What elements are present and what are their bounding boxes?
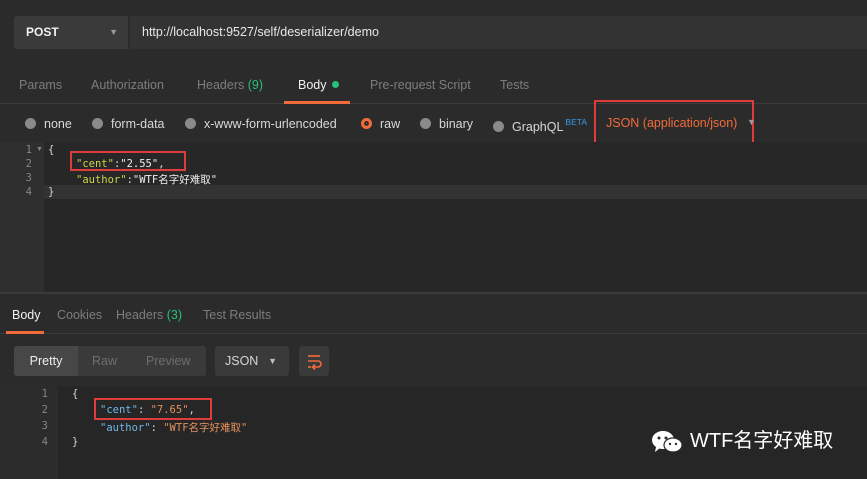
active-tab-indicator: [6, 331, 44, 334]
request-url-input[interactable]: http://localhost:9527/self/deserializer/…: [130, 16, 867, 49]
chevron-down-icon: ▼: [747, 117, 756, 127]
radio-label: none: [44, 117, 72, 131]
radio-form-data[interactable]: form-data: [92, 117, 165, 131]
radio-raw[interactable]: raw: [361, 117, 400, 131]
line-number-gutter: 1 2 3 4: [0, 386, 58, 479]
wechat-logo-icon: [652, 431, 683, 453]
tab-pre-request-script[interactable]: Pre-request Script: [370, 78, 471, 92]
highlight-box: [94, 398, 212, 420]
watermark: WTF名字好难取: [650, 428, 833, 454]
http-method-select[interactable]: POST ▼: [14, 16, 128, 49]
tab-response-headers[interactable]: Headers (3): [116, 308, 182, 322]
tab-headers-label: Headers: [116, 308, 164, 322]
tab-body-label: Body: [298, 78, 327, 92]
radio-icon: [493, 121, 504, 132]
radio-label: form-data: [111, 117, 165, 131]
radio-label: binary: [439, 117, 474, 131]
highlight-box: [70, 151, 186, 171]
json-value: "WTF名字好难取": [132, 174, 218, 186]
line-number: 1: [25, 144, 32, 156]
tab-params[interactable]: Params: [19, 78, 62, 92]
radio-graphql[interactable]: GraphQL BETA: [493, 117, 587, 134]
radio-x-www-form-urlencoded[interactable]: x-www-form-urlencoded: [185, 117, 337, 131]
tab-tests[interactable]: Tests: [500, 78, 529, 92]
line-number: 3: [25, 172, 32, 184]
wrap-lines-icon: [308, 355, 322, 371]
content-type-label: JSON (application/json): [606, 116, 738, 130]
line-number: 1: [41, 388, 48, 400]
radio-icon: [92, 118, 103, 129]
line-number: 2: [41, 404, 48, 416]
code-line-4: }: [48, 186, 55, 198]
view-mode-toggle: Pretty Raw Preview: [14, 346, 206, 376]
http-method-label: POST: [26, 25, 59, 39]
radio-binary[interactable]: binary: [420, 117, 473, 131]
radio-label: GraphQL: [512, 120, 564, 134]
tab-headers[interactable]: Headers (9): [197, 78, 263, 92]
tab-authorization[interactable]: Authorization: [91, 78, 164, 92]
radio-icon: [420, 118, 431, 129]
code-line-4: }: [72, 436, 79, 448]
chevron-down-icon: ▼: [109, 27, 118, 37]
json-key: "author": [76, 174, 127, 186]
json-value: "WTF名字好难取": [163, 422, 248, 434]
response-format-select[interactable]: JSON ▼: [215, 346, 289, 376]
tab-response-body[interactable]: Body: [12, 308, 41, 322]
watermark-text: WTF名字好难取: [690, 430, 834, 452]
format-label: JSON: [225, 354, 259, 368]
fold-arrow-icon[interactable]: ▼: [36, 146, 43, 153]
radio-selected-icon: [361, 118, 372, 129]
view-raw-button[interactable]: Raw: [92, 346, 117, 376]
active-line-highlight: [44, 185, 867, 199]
radio-icon: [185, 118, 196, 129]
tab-headers-count: (3): [166, 308, 183, 322]
line-number: 3: [41, 420, 48, 432]
radio-icon: [25, 118, 36, 129]
json-key: "author": [100, 422, 151, 434]
beta-badge: BETA: [565, 117, 587, 127]
radio-label: x-www-form-urlencoded: [204, 117, 337, 131]
view-preview-button[interactable]: Preview: [146, 346, 190, 376]
line-number: 2: [25, 158, 32, 170]
code-line-3: "author":"WTF名字好难取": [76, 172, 217, 187]
tab-test-results[interactable]: Test Results: [203, 308, 271, 322]
json-colon: :: [150, 422, 164, 434]
code-line-1: {: [48, 144, 55, 156]
line-number: 4: [41, 436, 48, 448]
wrap-lines-button[interactable]: [299, 346, 329, 376]
tab-headers-count: (9): [247, 78, 264, 92]
request-tabs: Params Authorization Headers (9) Body Pr…: [0, 64, 867, 104]
tab-headers-label: Headers: [197, 78, 245, 92]
radio-label: raw: [380, 117, 401, 131]
content-type-select[interactable]: JSON (application/json) ▼: [594, 100, 756, 146]
view-pretty-button[interactable]: Pretty: [14, 346, 78, 376]
chevron-down-icon: ▼: [268, 356, 277, 366]
code-line-3: "author": "WTF名字好难取": [100, 420, 247, 435]
tab-body[interactable]: Body: [298, 78, 339, 92]
request-url-bar: POST ▼ http://localhost:9527/self/deseri…: [0, 0, 867, 64]
code-line-1: {: [72, 388, 79, 400]
modified-dot-icon: [331, 81, 339, 89]
radio-none[interactable]: none: [25, 117, 72, 131]
response-tabs: Body Cookies Headers (3) Test Results: [0, 294, 867, 334]
line-number-gutter: 1 ▼ 2 3 4: [0, 142, 44, 292]
tab-cookies[interactable]: Cookies: [57, 308, 102, 322]
line-number: 4: [25, 186, 32, 198]
